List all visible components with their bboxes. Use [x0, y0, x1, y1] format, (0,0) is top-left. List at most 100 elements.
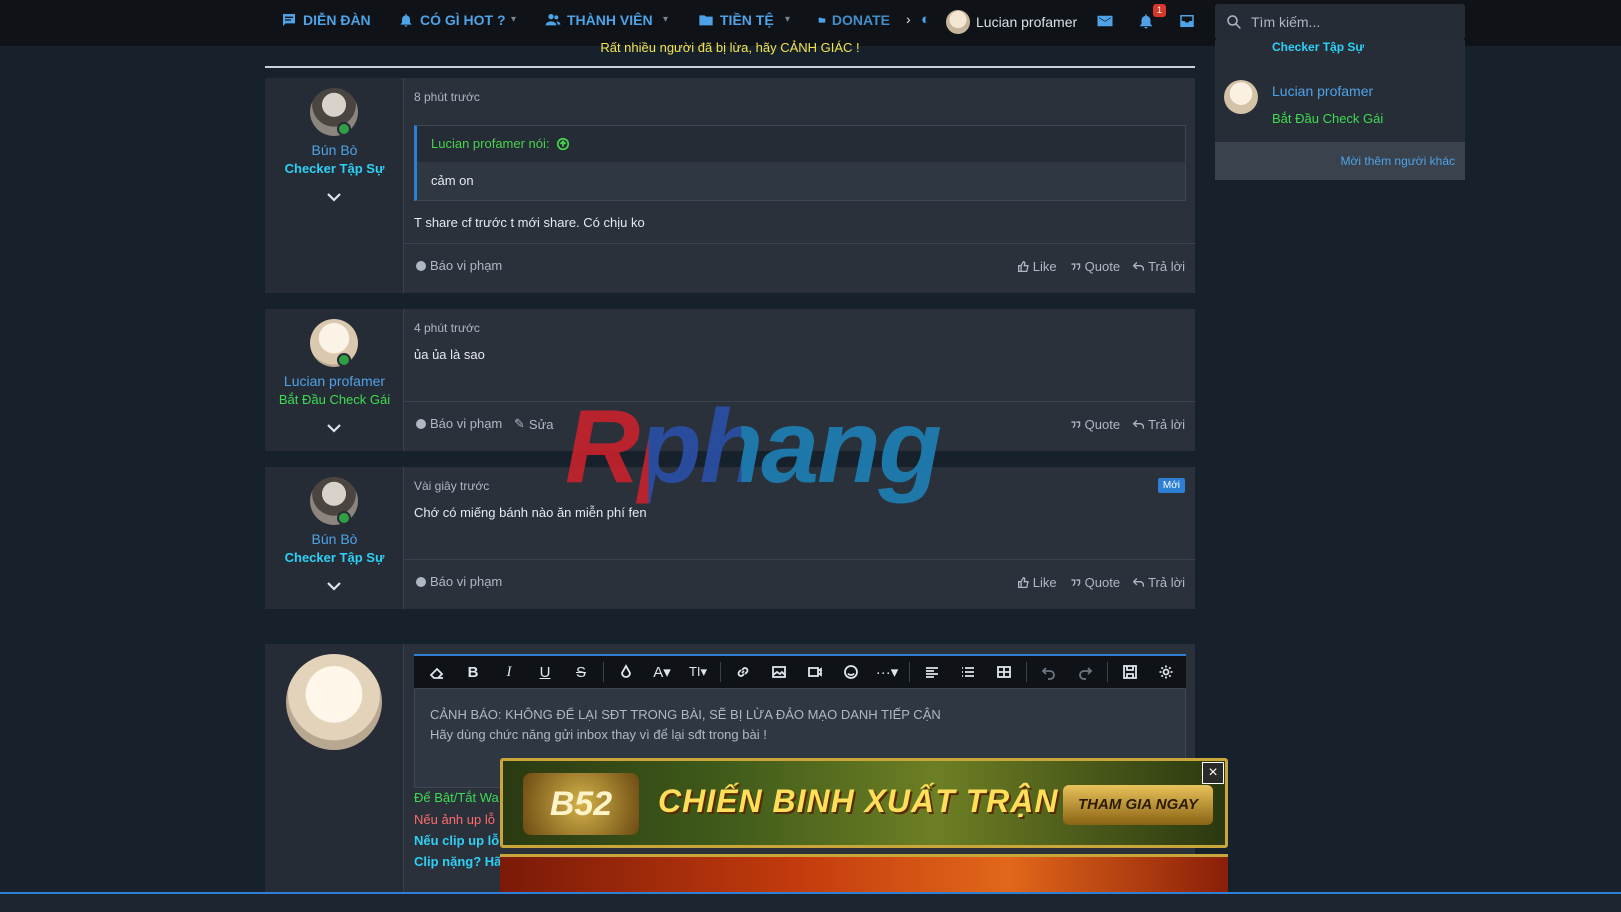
inbox-icon[interactable] [1178, 12, 1196, 30]
report-link[interactable]: Báo vi phạm [416, 258, 502, 273]
link-icon[interactable] [726, 658, 760, 686]
avatar [286, 654, 382, 750]
avatar[interactable] [1224, 80, 1258, 114]
align-icon[interactable] [915, 658, 949, 686]
redo-icon[interactable] [1068, 658, 1102, 686]
online-status-icon [337, 122, 351, 136]
undo-icon[interactable] [1032, 658, 1066, 686]
post-user-panel: Bún Bò Checker Tập Sự [265, 78, 404, 293]
search-input[interactable] [1251, 14, 1451, 30]
chevron-down-icon[interactable]: ▾ [663, 14, 668, 25]
nav-user-menu[interactable]: Lucian profamer [946, 10, 1077, 34]
editor-placeholder-line: CẢNH BÁO: KHÔNG ĐỂ LẠI SĐT TRONG BÀI, SẼ… [430, 707, 941, 722]
italic-icon[interactable]: I [492, 658, 526, 686]
users-icon [545, 14, 561, 26]
folder-icon [699, 15, 713, 26]
reply-button[interactable]: Trả lời [1132, 417, 1185, 432]
chevron-right-icon[interactable]: › [906, 11, 911, 27]
post-user-panel: Bún Bò Checker Tập Sự [265, 467, 404, 609]
member-name-link[interactable]: Lucian profamer [1272, 83, 1373, 99]
nav-forums[interactable]: DIỄN ĐÀN [281, 12, 371, 28]
quote-icon [1071, 579, 1080, 587]
like-button[interactable]: Like [1017, 575, 1057, 590]
thumbs-up-icon [1017, 260, 1029, 273]
quote-button[interactable]: Quote [1069, 417, 1120, 432]
text-color-icon[interactable] [609, 658, 643, 686]
like-button[interactable]: Like [1017, 259, 1057, 274]
post-time[interactable]: 4 phút trước [414, 321, 480, 335]
font-size-icon[interactable]: TI▾ [681, 658, 715, 686]
bottom-bar [0, 892, 1621, 912]
nav-donate[interactable]: DONATE [818, 12, 890, 28]
image-icon[interactable] [762, 658, 796, 686]
quote-button[interactable]: Quote [1069, 575, 1120, 590]
quote-block: Lucian profamer nói: cảm on [414, 125, 1186, 201]
arrow-up-circle-icon[interactable] [556, 137, 570, 151]
strikethrough-icon[interactable]: S [564, 658, 598, 686]
post-time[interactable]: 8 phút trước [414, 90, 480, 104]
editor-toolbar: B I U S A▾ TI▾ ···▾ [414, 654, 1186, 688]
toolbar-separator [1107, 662, 1108, 682]
post-time[interactable]: Vài giây trước [414, 479, 489, 493]
post-author[interactable]: Bún Bò [265, 531, 404, 547]
video-icon[interactable] [798, 658, 832, 686]
reply-button[interactable]: Trả lời [1132, 259, 1185, 274]
scam-warning-notice: Rất nhiều người đã bị lừa, hãy CẢNH GIÁC… [265, 40, 1195, 68]
reply-icon [1132, 419, 1145, 429]
search-icon [1227, 15, 1241, 29]
editor-hint: Nếu ảnh up lỗ [414, 812, 495, 827]
ad-banner[interactable]: B52 CHIẾN BINH XUẤT TRẬN THAM GIA NGAY × [500, 758, 1228, 912]
chevron-down-icon[interactable] [325, 421, 343, 435]
quote-author[interactable]: Lucian profamer nói: [431, 136, 570, 151]
reply-icon [1132, 577, 1145, 587]
font-family-icon[interactable]: A▾ [645, 658, 679, 686]
avatar [946, 10, 970, 34]
post-footer: Báo vi phạm Like Quote Trả lời [404, 243, 1195, 291]
forum-icon [283, 14, 295, 26]
online-status-icon [337, 353, 351, 367]
edit-link[interactable]: ✎ Sửa [514, 416, 554, 432]
member-rank: Bắt Đầu Check Gái [1272, 111, 1384, 126]
info-icon [416, 260, 426, 271]
nav-whats-hot[interactable]: CÓ GÌ HOT ? [398, 12, 506, 28]
post-author-rank: Checker Tập Sự [284, 550, 385, 565]
invite-more-link[interactable]: Mời thêm người khác [1215, 142, 1465, 180]
table-icon[interactable] [987, 658, 1021, 686]
emoji-icon[interactable] [834, 658, 868, 686]
editor-hint[interactable]: Để Bật/Tắt Wa [414, 790, 499, 805]
reply-button[interactable]: Trả lời [1132, 575, 1185, 590]
settings-gear-icon[interactable] [1149, 658, 1183, 686]
underline-icon[interactable]: U [528, 658, 562, 686]
info-icon [416, 576, 426, 587]
more-options-icon[interactable]: ···▾ [870, 658, 904, 686]
chevron-down-icon[interactable] [325, 190, 343, 204]
editor-hint: Clip nặng? Hã [414, 854, 502, 869]
post-author[interactable]: Lucian profamer [265, 373, 404, 389]
watermark-logo: Rphang [565, 382, 1055, 512]
bold-icon[interactable]: B [456, 658, 490, 686]
post-author-rank: Bắt Đầu Check Gái [278, 392, 391, 407]
folder-icon [818, 17, 826, 23]
quote-button[interactable]: Quote [1069, 259, 1120, 274]
mail-icon[interactable] [1096, 12, 1114, 30]
search-box[interactable] [1215, 4, 1465, 40]
close-icon[interactable]: × [1202, 762, 1224, 784]
reply-icon [1132, 261, 1145, 271]
nav-members[interactable]: THÀNH VIÊN [545, 12, 653, 28]
thumbs-up-icon [1017, 576, 1029, 589]
report-link[interactable]: Báo vi phạm [416, 416, 502, 431]
chevron-down-icon[interactable]: ▾ [511, 14, 516, 25]
list-icon[interactable] [951, 658, 985, 686]
chevron-down-icon[interactable]: ▾ [785, 14, 790, 25]
drafts-icon[interactable] [1113, 658, 1147, 686]
theme-toggle-icon[interactable]: ◐ [921, 11, 930, 28]
post-body: T share cf trước t mới share. Có chịu ko [414, 215, 645, 230]
ad-banner-top[interactable]: B52 CHIẾN BINH XUẤT TRẬN THAM GIA NGAY [500, 758, 1228, 848]
report-link[interactable]: Báo vi phạm [416, 574, 502, 589]
post-author[interactable]: Bún Bò [265, 142, 404, 158]
eraser-icon[interactable] [420, 658, 454, 686]
nav-currency[interactable]: TIỀN TỆ [698, 12, 774, 28]
reply-user-panel [265, 644, 404, 894]
chevron-down-icon[interactable] [325, 579, 343, 593]
ad-join-button[interactable]: THAM GIA NGAY [1063, 785, 1213, 825]
